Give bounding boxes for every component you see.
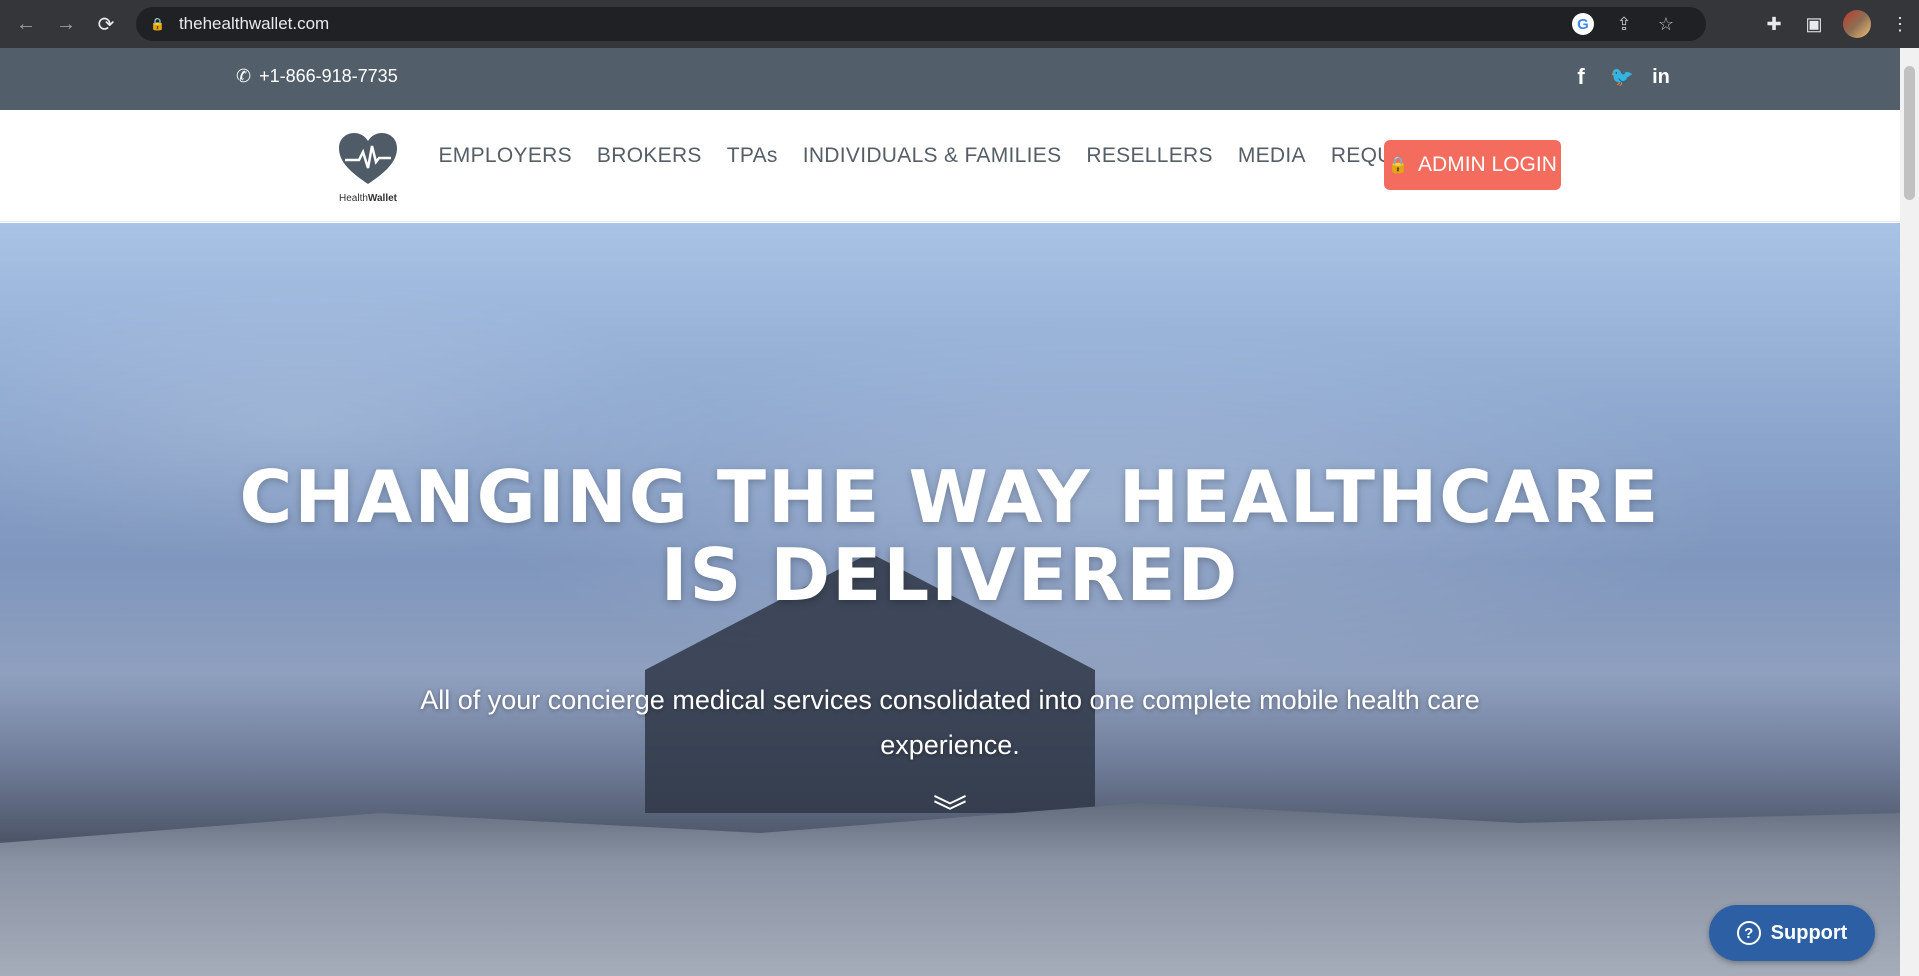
heart-logo-icon: [339, 133, 397, 184]
back-icon[interactable]: ←: [6, 4, 46, 44]
nav-brokers[interactable]: BROKERS: [584, 144, 714, 168]
logo-text: HealthWallet: [339, 193, 397, 204]
facebook-icon[interactable]: f: [1570, 64, 1592, 90]
help-icon: ?: [1736, 921, 1761, 945]
admin-login-label: ADMIN LOGIN: [1418, 153, 1557, 176]
twitter-icon[interactable]: 🐦: [1610, 65, 1634, 89]
extensions-icon[interactable]: ✚: [1763, 14, 1785, 35]
hero-section: CHANGING THE WAY HEALTHCARE IS DELIVERED…: [0, 223, 1900, 976]
lock-icon: 🔒: [1388, 157, 1409, 174]
address-bar[interactable]: 🔒 thehealthwallet.com G ⇪ ☆: [136, 7, 1706, 41]
site-header: HealthWallet EMPLOYERS BROKERS TPAs INDI…: [0, 110, 1900, 222]
browser-toolbar: ← → ⟳ 🔒 thehealthwallet.com G ⇪ ☆ ✚ ▣ ⋮: [0, 0, 1919, 48]
linkedin-icon[interactable]: in: [1650, 66, 1672, 89]
social-links: f 🐦 in: [1570, 64, 1672, 90]
star-icon[interactable]: ☆: [1654, 14, 1678, 35]
url-text[interactable]: thehealthwallet.com: [179, 14, 329, 34]
nav-individuals-families[interactable]: INDIVIDUALS & FAMILIES: [790, 144, 1074, 168]
google-icon[interactable]: G: [1572, 13, 1594, 35]
main-nav: EMPLOYERS BROKERS TPAs INDIVIDUALS & FAM…: [426, 144, 1517, 168]
support-label: Support: [1770, 921, 1848, 944]
phone-number[interactable]: +1-866-918-7735: [259, 66, 398, 87]
web-page: ✆ +1-866-918-7735 f 🐦 in HealthWallet EM…: [0, 48, 1900, 976]
nav-tpas[interactable]: TPAs: [714, 144, 790, 168]
reload-icon[interactable]: ⟳: [86, 4, 126, 44]
forward-icon[interactable]: →: [46, 4, 86, 44]
profile-avatar[interactable]: [1843, 10, 1871, 38]
sidebar-icon[interactable]: ▣: [1803, 14, 1825, 35]
support-button[interactable]: ? Support: [1709, 905, 1875, 961]
hero-title: CHANGING THE WAY HEALTHCARE IS DELIVERED: [239, 455, 1661, 617]
admin-login-button[interactable]: 🔒 ADMIN LOGIN: [1384, 140, 1561, 190]
scrollbar-thumb[interactable]: [1904, 66, 1915, 200]
phone-contact[interactable]: ✆ +1-866-918-7735: [236, 66, 398, 87]
page-scrollbar[interactable]: [1900, 48, 1919, 976]
top-contact-bar: ✆ +1-866-918-7735 f 🐦 in: [0, 48, 1900, 110]
share-icon[interactable]: ⇪: [1612, 14, 1636, 35]
nav-employers[interactable]: EMPLOYERS: [426, 144, 584, 168]
hero-subtitle: All of your concierge medical services c…: [420, 685, 1480, 760]
phone-icon: ✆: [236, 66, 252, 86]
menu-icon[interactable]: ⋮: [1889, 14, 1911, 35]
nav-media[interactable]: MEDIA: [1225, 144, 1318, 168]
scroll-down-icon[interactable]: ︾: [930, 796, 970, 830]
healthwallet-logo[interactable]: HealthWallet: [334, 132, 402, 206]
nav-resellers[interactable]: RESELLERS: [1074, 144, 1225, 168]
lock-icon[interactable]: 🔒: [150, 17, 165, 31]
